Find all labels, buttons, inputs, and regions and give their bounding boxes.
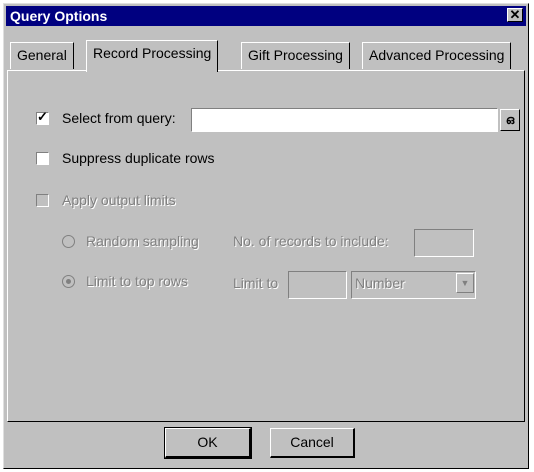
limit-to-input[interactable]	[289, 272, 346, 298]
cancel-button[interactable]: Cancel	[270, 428, 355, 458]
apply-output-limits-label: Apply output limits	[62, 192, 176, 208]
window-title: Query Options	[10, 8, 108, 24]
close-button[interactable]: ✕	[507, 8, 523, 22]
random-sampling-label: Random sampling	[86, 233, 199, 249]
tab-gift-processing[interactable]: Gift Processing	[241, 42, 350, 69]
tab-record-processing[interactable]: Record Processing	[86, 40, 219, 72]
tab-record-processing-label: Record Processing	[93, 45, 212, 61]
records-to-include-input[interactable]	[415, 230, 473, 256]
close-icon: ✕	[509, 7, 521, 22]
select-from-query-label: Select from query:	[62, 110, 176, 126]
limit-top-rows-label: Limit to top rows	[86, 273, 188, 289]
suppress-duplicates-label: Suppress duplicate rows	[62, 150, 215, 166]
limit-to-field[interactable]	[288, 271, 347, 299]
cancel-button-label: Cancel	[290, 434, 334, 450]
ok-button[interactable]: OK	[164, 427, 252, 459]
records-to-include-field[interactable]	[414, 229, 474, 257]
select-from-query-checkbox[interactable]: ✓	[36, 109, 49, 125]
random-sampling-radio[interactable]	[62, 235, 75, 248]
binoculars-icon: ഒ	[505, 113, 515, 127]
tab-general[interactable]: General	[10, 42, 74, 69]
browse-query-button[interactable]: ഒ	[500, 109, 520, 131]
limit-unit-select[interactable]: Number ▼	[351, 271, 476, 299]
tab-advanced-processing[interactable]: Advanced Processing	[362, 42, 512, 69]
query-name-field[interactable]	[191, 108, 498, 132]
tab-general-label: General	[17, 47, 67, 63]
dropdown-arrow-button[interactable]: ▼	[456, 273, 474, 293]
chevron-down-icon: ▼	[460, 278, 470, 288]
query-name-input[interactable]	[192, 109, 497, 131]
ok-button-label: OK	[197, 434, 218, 450]
tab-gift-processing-label: Gift Processing	[248, 47, 343, 63]
suppress-duplicates-checkbox[interactable]	[36, 152, 49, 165]
title-bar: Query Options ✕	[6, 6, 526, 26]
limit-unit-value: Number	[355, 275, 405, 291]
checkmark-icon: ✓	[37, 109, 48, 124]
radio-selected-dot	[66, 279, 71, 284]
records-to-include-label: No. of records to include:	[233, 233, 389, 249]
apply-output-limits-checkbox[interactable]	[36, 194, 49, 207]
limit-top-rows-radio[interactable]	[62, 275, 75, 288]
limit-to-label: Limit to	[233, 275, 279, 291]
tab-advanced-processing-label: Advanced Processing	[369, 47, 505, 63]
